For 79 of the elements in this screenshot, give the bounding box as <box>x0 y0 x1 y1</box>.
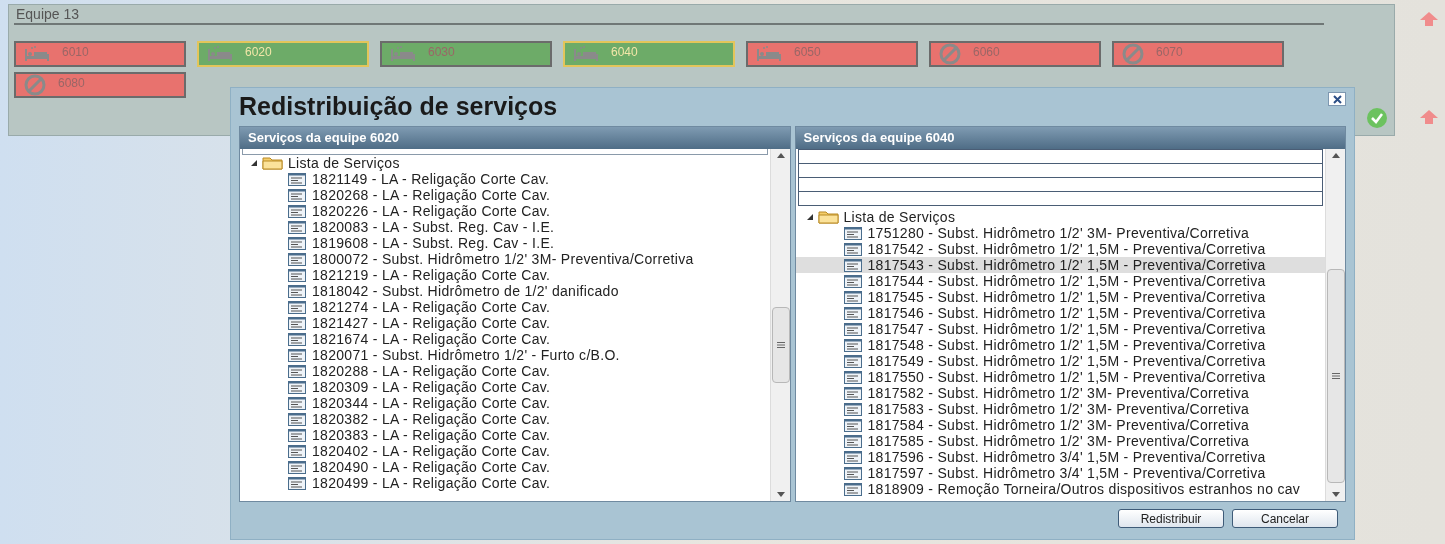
team-number: 6020 <box>245 44 272 61</box>
scroll-up-icon[interactable] <box>776 153 785 158</box>
document-icon <box>843 258 862 272</box>
folder-icon <box>817 210 840 224</box>
bed-icon <box>390 46 416 62</box>
document-icon <box>843 242 862 256</box>
team-number: 6010 <box>62 44 89 61</box>
document-icon <box>843 290 862 304</box>
tree-root-label[interactable]: Lista de Serviços <box>288 155 400 171</box>
document-icon <box>843 482 862 496</box>
document-icon <box>288 236 306 250</box>
document-icon <box>843 450 862 464</box>
scroll-thumb[interactable] <box>1327 269 1345 483</box>
check-icon[interactable] <box>1367 108 1387 128</box>
scroll-down-icon[interactable] <box>1332 492 1340 497</box>
document-icon <box>288 188 306 202</box>
document-icon <box>288 428 306 442</box>
blocked-icon <box>1122 43 1144 65</box>
document-icon <box>843 434 862 448</box>
dialog-title: Redistribuição de serviços <box>239 91 558 122</box>
bed-icon <box>573 46 599 62</box>
close-button[interactable] <box>1328 92 1346 106</box>
bed-icon <box>207 46 233 62</box>
document-icon <box>288 220 306 234</box>
folder-icon <box>262 156 284 170</box>
scroll-thumb[interactable] <box>771 307 790 383</box>
scroll-down-icon[interactable] <box>776 492 785 497</box>
document-icon <box>843 386 862 400</box>
team-number: 6060 <box>973 44 1000 61</box>
tree-item[interactable]: 1817543 - Subst. Hidrômetro 1/2' 1,5M - Preventiva/Corretiva <box>795 257 1325 273</box>
document-icon <box>843 466 862 480</box>
scrollbar[interactable] <box>769 149 790 501</box>
panel-header: Serviços da equipe 6020 <box>240 127 790 149</box>
document-icon <box>288 204 306 218</box>
document-icon <box>288 316 306 330</box>
dialog-button[interactable]: Cancelar <box>1232 509 1338 528</box>
document-icon <box>288 300 306 314</box>
scrollbar[interactable] <box>1325 149 1345 501</box>
document-icon <box>843 274 862 288</box>
document-icon <box>288 412 306 426</box>
team-panel-title: Equipe 13 <box>15 5 80 23</box>
team-number: 6070 <box>1156 44 1183 61</box>
expand-arrow-icon[interactable] <box>250 159 258 167</box>
dialog-button[interactable]: Redistribuir <box>1118 509 1224 528</box>
document-icon <box>288 460 306 474</box>
document-icon <box>843 418 862 432</box>
expand-arrow-icon[interactable] <box>805 213 814 221</box>
document-icon <box>288 284 306 298</box>
team-number: 6030 <box>428 44 455 61</box>
blocked-icon <box>24 74 46 96</box>
document-icon <box>288 348 306 362</box>
document-icon <box>843 226 862 240</box>
team-number: 6080 <box>58 75 85 92</box>
tree-root-label[interactable]: Lista de Serviços <box>843 209 956 225</box>
document-icon <box>843 354 862 368</box>
document-icon <box>288 396 306 410</box>
bed-icon <box>24 46 50 62</box>
document-icon <box>288 268 306 282</box>
blocked-icon <box>939 43 961 65</box>
document-icon <box>288 252 306 266</box>
panel-header: Serviços da equipe 6040 <box>795 127 1345 149</box>
document-icon <box>288 380 306 394</box>
document-icon <box>843 306 862 320</box>
document-icon <box>288 332 306 346</box>
grip-icon <box>776 342 785 348</box>
document-icon <box>288 476 306 490</box>
document-icon <box>288 172 306 186</box>
team-number: 6050 <box>794 44 821 61</box>
team-number: 6040 <box>611 44 638 61</box>
document-icon <box>843 322 862 336</box>
document-icon <box>288 444 306 458</box>
document-icon <box>843 402 862 416</box>
grip-icon <box>1332 373 1340 379</box>
document-icon <box>843 338 862 352</box>
bed-icon <box>756 46 782 62</box>
document-icon <box>288 364 306 378</box>
document-icon <box>843 370 862 384</box>
close-icon <box>1332 94 1342 104</box>
scroll-up-icon[interactable] <box>1332 153 1340 158</box>
